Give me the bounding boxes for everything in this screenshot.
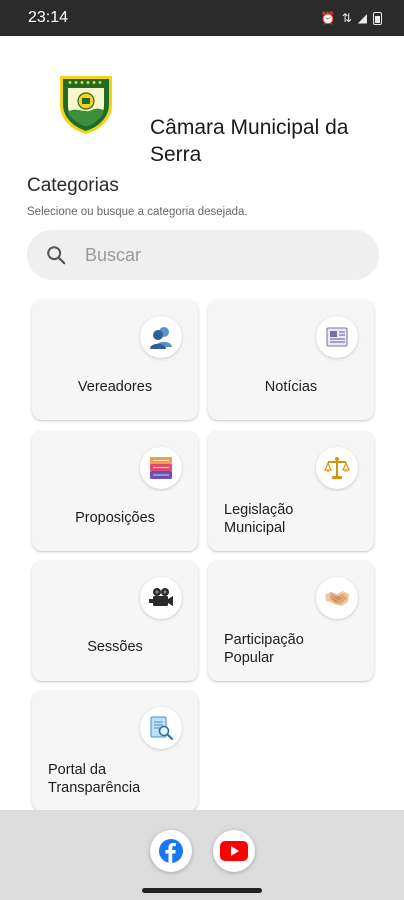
facebook-icon: [159, 839, 183, 863]
status-time: 23:14: [28, 9, 69, 26]
category-card-transparencia[interactable]: Portal da Transparência: [32, 691, 198, 811]
alarm-icon: ⏰: [320, 11, 336, 25]
card-label: Notícias: [264, 379, 318, 395]
status-icons: ⏰ ⇅ ◢: [321, 11, 382, 25]
books-icon: [140, 447, 182, 489]
card-label: Portal da Transparência: [48, 762, 141, 796]
category-card-noticias[interactable]: Notícias: [208, 300, 374, 420]
youtube-icon: [220, 841, 248, 861]
scales-icon: [316, 447, 358, 489]
youtube-button[interactable]: [213, 830, 255, 872]
newspaper-icon: [316, 316, 358, 358]
category-card-participacao[interactable]: Participação Popular: [208, 561, 374, 681]
search-icon: [47, 246, 66, 265]
card-label: Legislação Municipal: [224, 502, 294, 536]
facebook-button[interactable]: [150, 830, 192, 872]
category-card-sessoes[interactable]: Sessões: [32, 561, 198, 681]
signal-icon: ◢: [357, 11, 367, 25]
bottom-bar: [0, 810, 404, 900]
categories-title: Categorias: [27, 175, 119, 196]
volte-icon: ⇅: [341, 11, 352, 25]
category-card-legislacao[interactable]: Legislação Municipal: [208, 431, 374, 551]
people-icon: [140, 316, 182, 358]
video-camera-icon: [140, 577, 182, 619]
handshake-icon: [316, 577, 358, 619]
card-label: Proposições: [75, 510, 155, 526]
battery-icon: [373, 11, 382, 25]
document-search-icon: [140, 707, 182, 749]
card-label: Sessões: [87, 639, 143, 655]
app-title: Câmara Municipal da Serra: [150, 116, 349, 166]
card-label: Vereadores: [77, 379, 153, 395]
category-card-proposicoes[interactable]: Proposições: [32, 431, 198, 551]
search-input[interactable]: Buscar: [27, 230, 379, 280]
home-indicator[interactable]: [142, 888, 262, 893]
card-label: Participação Popular: [224, 632, 304, 666]
search-placeholder: Buscar: [85, 244, 142, 265]
categories-subtitle: Selecione ou busque a categoria desejada…: [27, 206, 248, 218]
city-council-logo: [60, 76, 112, 134]
status-bar: 23:14 ⏰ ⇅ ◢: [0, 0, 404, 36]
category-card-vereadores[interactable]: Vereadores: [32, 300, 198, 420]
app-header: Câmara Municipal da Serra: [0, 36, 404, 166]
